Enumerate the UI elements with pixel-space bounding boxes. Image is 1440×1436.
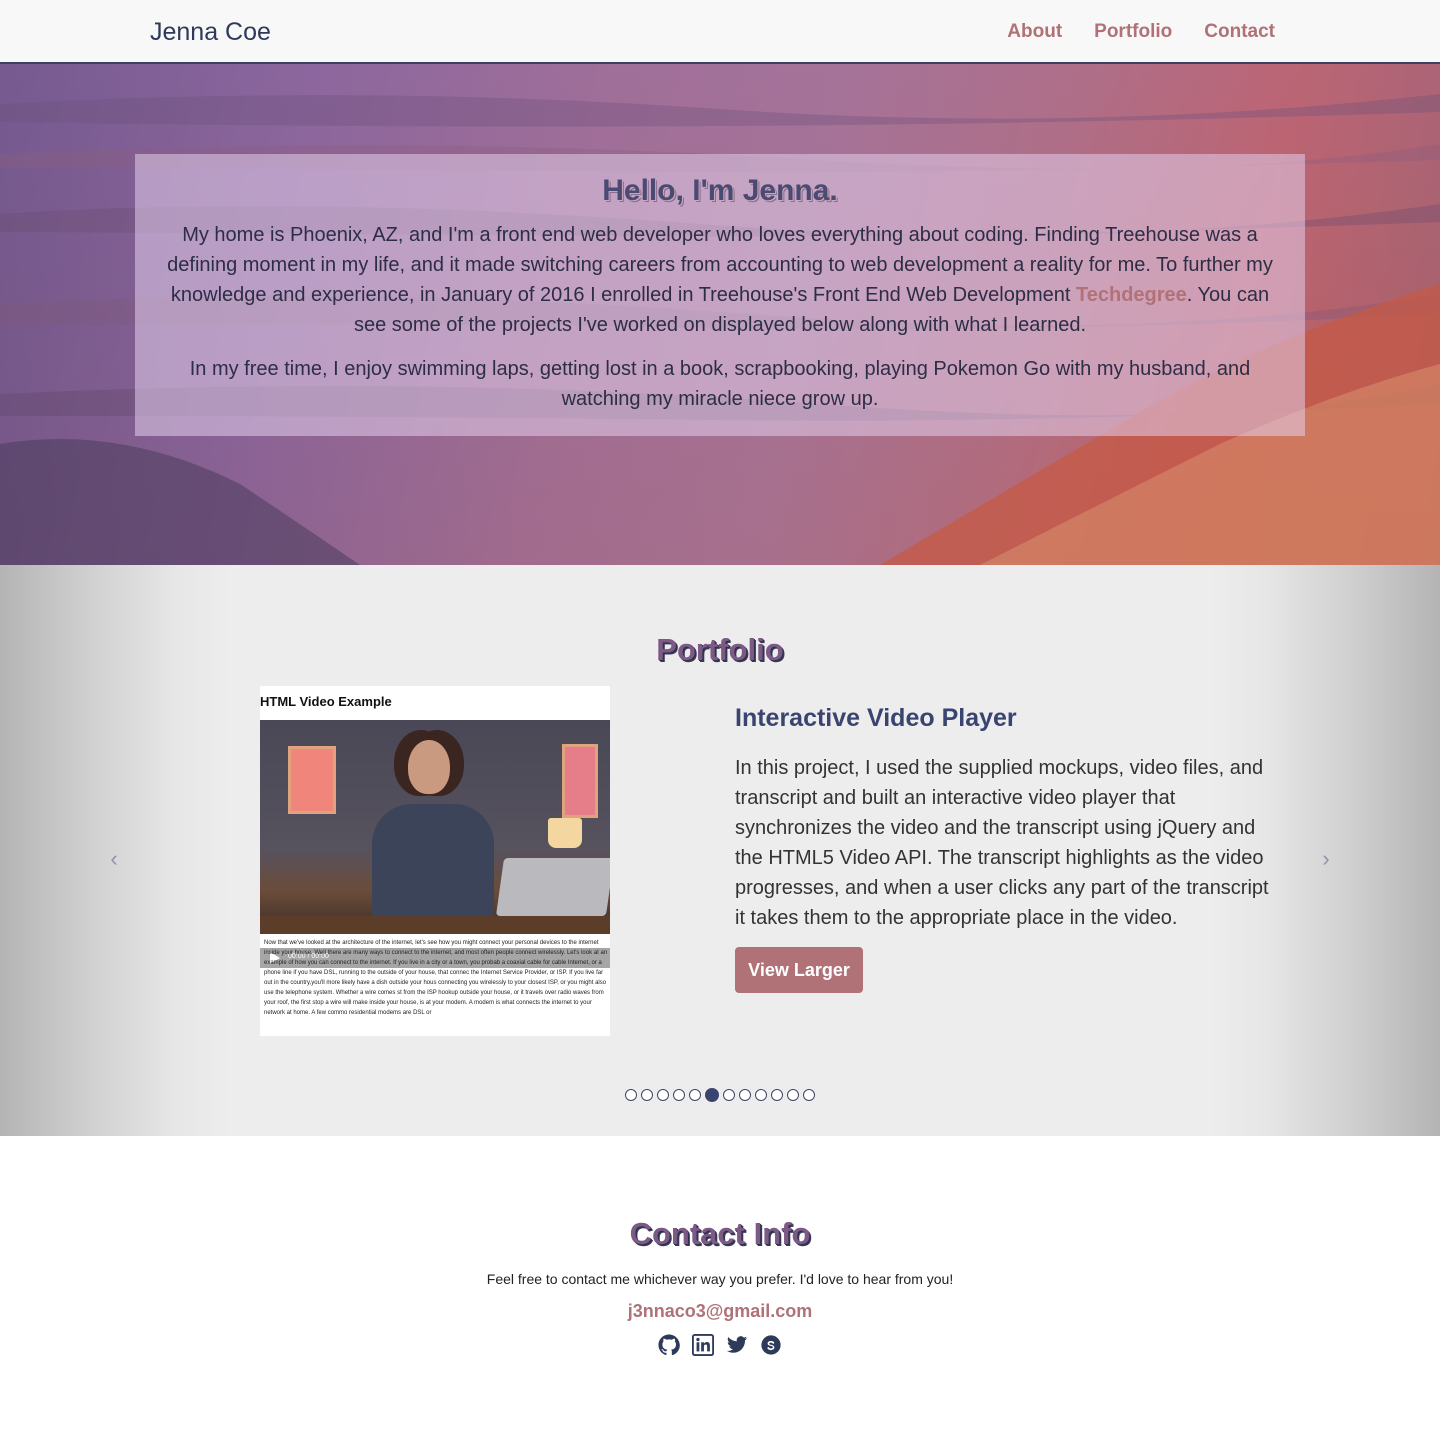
project-description: In this project, I used the supplied moc…: [735, 757, 1269, 929]
contact-section: Contact Info Feel free to contact me whi…: [0, 1136, 1440, 1436]
nav-link-contact[interactable]: Contact: [1204, 21, 1275, 43]
video-preview: 00:00 / 00:00: [260, 720, 610, 968]
hero-hobbies-paragraph: In my free time, I enjoy swimming laps, …: [189, 358, 1251, 410]
desk: [260, 916, 610, 934]
hero-panel: Hello, I'm Jenna. My home is Phoenix, AZ…: [135, 154, 1305, 436]
screenshot-heading: HTML Video Example: [260, 694, 392, 709]
carousel-indicator-dot[interactable]: [641, 1089, 653, 1101]
carousel-indicator-dot[interactable]: [787, 1089, 799, 1101]
nav-link-about[interactable]: About: [1007, 21, 1062, 43]
wall-art-left: [288, 746, 336, 814]
carousel-indicator-dot[interactable]: [755, 1089, 767, 1101]
wall-art-right: [562, 744, 598, 818]
carousel-indicator-dot[interactable]: [739, 1089, 751, 1101]
email-link[interactable]: j3nnaco3@gmail.com: [0, 1301, 1440, 1322]
skype-icon[interactable]: [760, 1334, 782, 1356]
lamp: [548, 818, 582, 848]
hero-section: Hello, I'm Jenna. My home is Phoenix, AZ…: [0, 64, 1440, 565]
github-icon[interactable]: [658, 1334, 680, 1356]
contact-text: Feel free to contact me whichever way yo…: [486, 1271, 954, 1287]
presenter-body: [372, 804, 494, 924]
project-title: Interactive Video Player: [735, 704, 1017, 732]
brand-link[interactable]: Jenna Coe: [150, 18, 271, 47]
techdegree-link[interactable]: Techdegree: [1076, 284, 1187, 306]
nav-link-portfolio[interactable]: Portfolio: [1094, 21, 1172, 43]
carousel-indicator-dot[interactable]: [657, 1089, 669, 1101]
carousel-next-icon[interactable]: ›: [1316, 848, 1336, 870]
contact-title: Contact Info: [629, 1216, 811, 1251]
twitter-icon[interactable]: [726, 1334, 748, 1356]
nav-links: About Portfolio Contact: [1007, 21, 1275, 43]
carousel-indicators: [0, 1088, 1440, 1102]
hero-bio-paragraph: My home is Phoenix, AZ, and I'm a front …: [153, 220, 1287, 340]
carousel-indicator-dot[interactable]: [705, 1088, 719, 1102]
carousel-indicator-dot[interactable]: [625, 1089, 637, 1101]
linkedin-icon[interactable]: [692, 1334, 714, 1356]
carousel-indicator-dot[interactable]: [689, 1089, 701, 1101]
project-screenshot[interactable]: HTML Video Example 00:00 / 00:00 Now tha…: [260, 686, 610, 1036]
laptop: [495, 858, 610, 916]
navbar: Jenna Coe About Portfolio Contact: [0, 0, 1440, 64]
carousel-indicator-dot[interactable]: [673, 1089, 685, 1101]
portfolio-title: Portfolio: [656, 632, 784, 667]
view-larger-button[interactable]: View Larger: [735, 947, 863, 993]
carousel-indicator-dot[interactable]: [803, 1089, 815, 1101]
carousel-indicator-dot[interactable]: [723, 1089, 735, 1101]
screenshot-transcript: Now that we've looked at the architectur…: [264, 940, 608, 1016]
carousel-prev-icon[interactable]: ‹: [104, 848, 124, 870]
hero-title: Hello, I'm Jenna.: [602, 174, 838, 207]
social-links: [0, 1334, 1440, 1356]
portfolio-section: Portfolio HTML Video Example 00:00 / 00:…: [0, 565, 1440, 1136]
presenter-head: [408, 740, 450, 794]
carousel-indicator-dot[interactable]: [771, 1089, 783, 1101]
